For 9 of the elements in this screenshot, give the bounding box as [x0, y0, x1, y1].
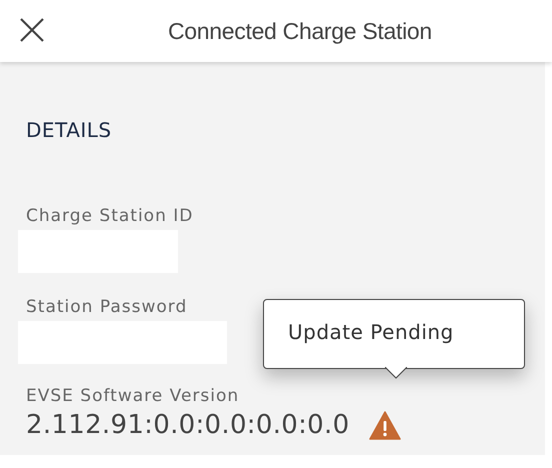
close-icon[interactable]	[19, 17, 45, 43]
field-label: Station Password	[26, 297, 188, 317]
version-value: 2.112.91:0.0:0.0:0.0:0.0	[26, 410, 350, 440]
window-title: Connected Charge Station	[168, 18, 432, 44]
warning-icon[interactable]	[369, 410, 402, 440]
field-label: Charge Station ID	[26, 206, 194, 226]
field-label: EVSE Software Version	[26, 386, 240, 406]
section-heading: DETAILS	[26, 118, 113, 142]
tooltip-text: Update Pending	[288, 320, 454, 344]
